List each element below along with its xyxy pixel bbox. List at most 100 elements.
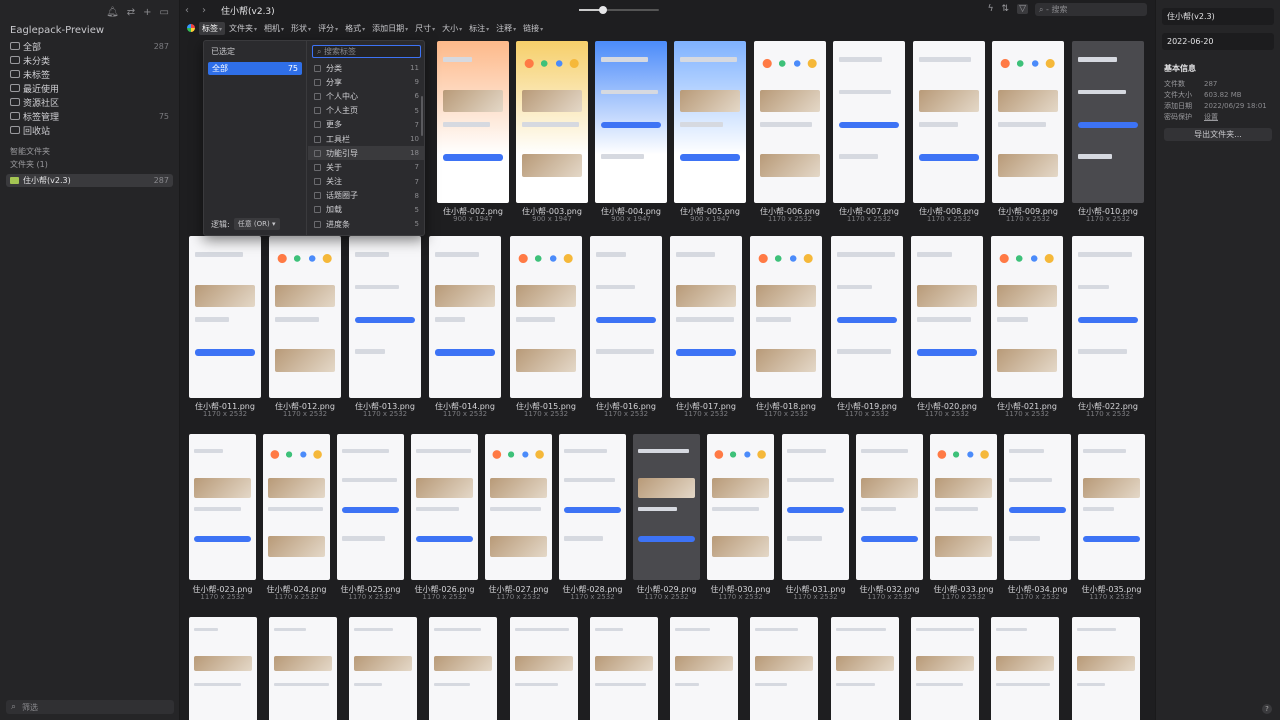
filter-chip[interactable]: 注释▾ [493, 22, 519, 35]
sidebar-item[interactable]: 回收站 [0, 123, 179, 137]
filter-chip[interactable]: 文件夹▾ [226, 22, 260, 35]
forward-icon[interactable]: › [202, 5, 215, 16]
back-icon[interactable]: ‹ [185, 5, 198, 16]
thumbnail[interactable] [590, 236, 662, 398]
tag-option[interactable]: 话题圈子 8 [308, 189, 425, 203]
thumbnail[interactable] [1004, 434, 1071, 580]
tag-option[interactable]: 更多 7 [308, 118, 425, 132]
thumbnail[interactable] [911, 236, 983, 398]
library-name[interactable]: Eaglepack-Preview [0, 20, 179, 39]
thumbnail[interactable] [674, 41, 746, 203]
filter-chip[interactable]: 形状▾ [288, 22, 314, 35]
tag-option[interactable]: 个人主页 5 [308, 104, 425, 118]
logic-dropdown[interactable]: 任意 (OR) ▾ [233, 218, 280, 230]
sidebar-item[interactable]: 资源社区 [0, 95, 179, 109]
filter-chip[interactable]: 添加日期▾ [369, 22, 411, 35]
thumbnail[interactable] [516, 41, 588, 203]
sidebar-item[interactable]: 全部 287 [0, 39, 179, 53]
tag-option[interactable]: 分享 9 [308, 75, 425, 89]
thumbnail[interactable] [269, 236, 341, 398]
thumbnail[interactable] [510, 617, 578, 720]
thumbnail[interactable] [707, 434, 774, 580]
thumbnail[interactable] [754, 41, 826, 203]
sync-icon[interactable]: ⇄ [127, 7, 135, 18]
thumbnail[interactable] [991, 236, 1063, 398]
help-icon[interactable]: ? [1262, 704, 1272, 714]
add-icon[interactable]: + [143, 7, 151, 18]
filter-chip[interactable]: 标注▾ [466, 22, 492, 35]
checkbox[interactable] [314, 107, 321, 115]
thumbnail[interactable] [782, 434, 849, 580]
thumbnail[interactable] [750, 617, 818, 720]
thumbnail[interactable] [429, 617, 497, 720]
smart-folders-heading[interactable]: 智能文件夹 [0, 137, 179, 159]
sidebar-item[interactable]: 标签管理 75 [0, 109, 179, 123]
thumbnail[interactable] [269, 617, 337, 720]
bell-icon[interactable]: 🔔︎ [106, 7, 119, 18]
zoom-slider-knob[interactable] [599, 6, 607, 14]
thumbnail[interactable] [510, 236, 582, 398]
filter-chip[interactable]: 大小▾ [439, 22, 465, 35]
sidebar-item[interactable]: 未分类 [0, 53, 179, 67]
thumbnail[interactable] [831, 236, 903, 398]
thumbnail[interactable] [263, 434, 330, 580]
thumbnail[interactable] [991, 617, 1059, 720]
checkbox[interactable] [314, 149, 321, 157]
checkbox[interactable] [314, 135, 321, 143]
checkbox[interactable] [314, 178, 321, 186]
tag-option[interactable]: 功能引导 18 [308, 146, 425, 161]
thumbnail[interactable] [670, 236, 742, 398]
all-tags-option[interactable]: 全部 75 [208, 62, 302, 75]
thumbnail[interactable] [992, 41, 1064, 203]
checkbox[interactable] [314, 121, 321, 129]
thumbnail[interactable] [913, 41, 985, 203]
thumbnail[interactable] [349, 236, 421, 398]
thumbnail[interactable] [911, 617, 979, 720]
thumbnail[interactable] [750, 236, 822, 398]
thumbnail[interactable] [437, 41, 509, 203]
tag-option[interactable]: 关注 7 [308, 175, 425, 189]
thumbnail[interactable] [1072, 236, 1144, 398]
filter-chip[interactable]: 格式▾ [342, 22, 368, 35]
thumbnail[interactable] [670, 617, 738, 720]
thumbnail[interactable] [485, 434, 552, 580]
sort-icon[interactable]: ⇅ [1002, 4, 1010, 14]
tag-option[interactable]: 关于 7 [308, 160, 425, 174]
sidebar-item[interactable]: 最近使用 [0, 81, 179, 95]
search-input[interactable]: ⌕ - 搜索 [1035, 3, 1147, 16]
tag-option[interactable]: 进度条 5 [308, 217, 425, 231]
export-folder-button[interactable]: 导出文件夹... [1164, 128, 1272, 141]
filter-chip[interactable]: 链接▾ [520, 22, 546, 35]
tag-option[interactable]: 加载 5 [308, 203, 425, 217]
zoom-slider[interactable] [579, 6, 659, 14]
folder-item[interactable]: 住小帮(v2.3) 287 [6, 174, 173, 187]
checkbox[interactable] [314, 220, 321, 228]
checkbox[interactable] [314, 192, 321, 200]
checkbox[interactable] [314, 64, 321, 72]
thumbnail[interactable] [595, 41, 667, 203]
checkbox[interactable] [314, 92, 321, 100]
thumbnail[interactable] [189, 434, 256, 580]
info-value[interactable]: 设置 [1204, 112, 1218, 122]
tag-option[interactable]: 分类 11 [308, 61, 425, 75]
thumbnail[interactable] [189, 617, 257, 720]
thumbnail[interactable] [429, 236, 501, 398]
date-field[interactable]: 2022-06-20 [1162, 33, 1274, 50]
thumbnail[interactable] [411, 434, 478, 580]
folder-name-field[interactable]: 住小帮(v2.3) [1162, 8, 1274, 25]
thumbnail[interactable] [930, 434, 997, 580]
tag-option[interactable]: 个人中心 6 [308, 89, 425, 103]
filter-icon[interactable]: ▽ [1017, 4, 1028, 14]
thumbnail[interactable] [1072, 617, 1140, 720]
thumbnail[interactable] [189, 236, 261, 398]
filter-chip[interactable]: 标签▾ [199, 21, 226, 35]
filter-chip[interactable]: 尺寸▾ [412, 22, 438, 35]
sidebar-item[interactable]: 未标签 [0, 67, 179, 81]
thumbnail[interactable] [633, 434, 700, 580]
tag-list-scrollbar[interactable] [421, 96, 423, 136]
thumbnail[interactable] [833, 41, 905, 203]
thumbnail[interactable] [337, 434, 404, 580]
tag-search-input[interactable]: ⌕ 搜索标签 [312, 45, 421, 58]
thumbnail[interactable] [856, 434, 923, 580]
folders-heading[interactable]: 文件夹 (1) [0, 159, 179, 171]
